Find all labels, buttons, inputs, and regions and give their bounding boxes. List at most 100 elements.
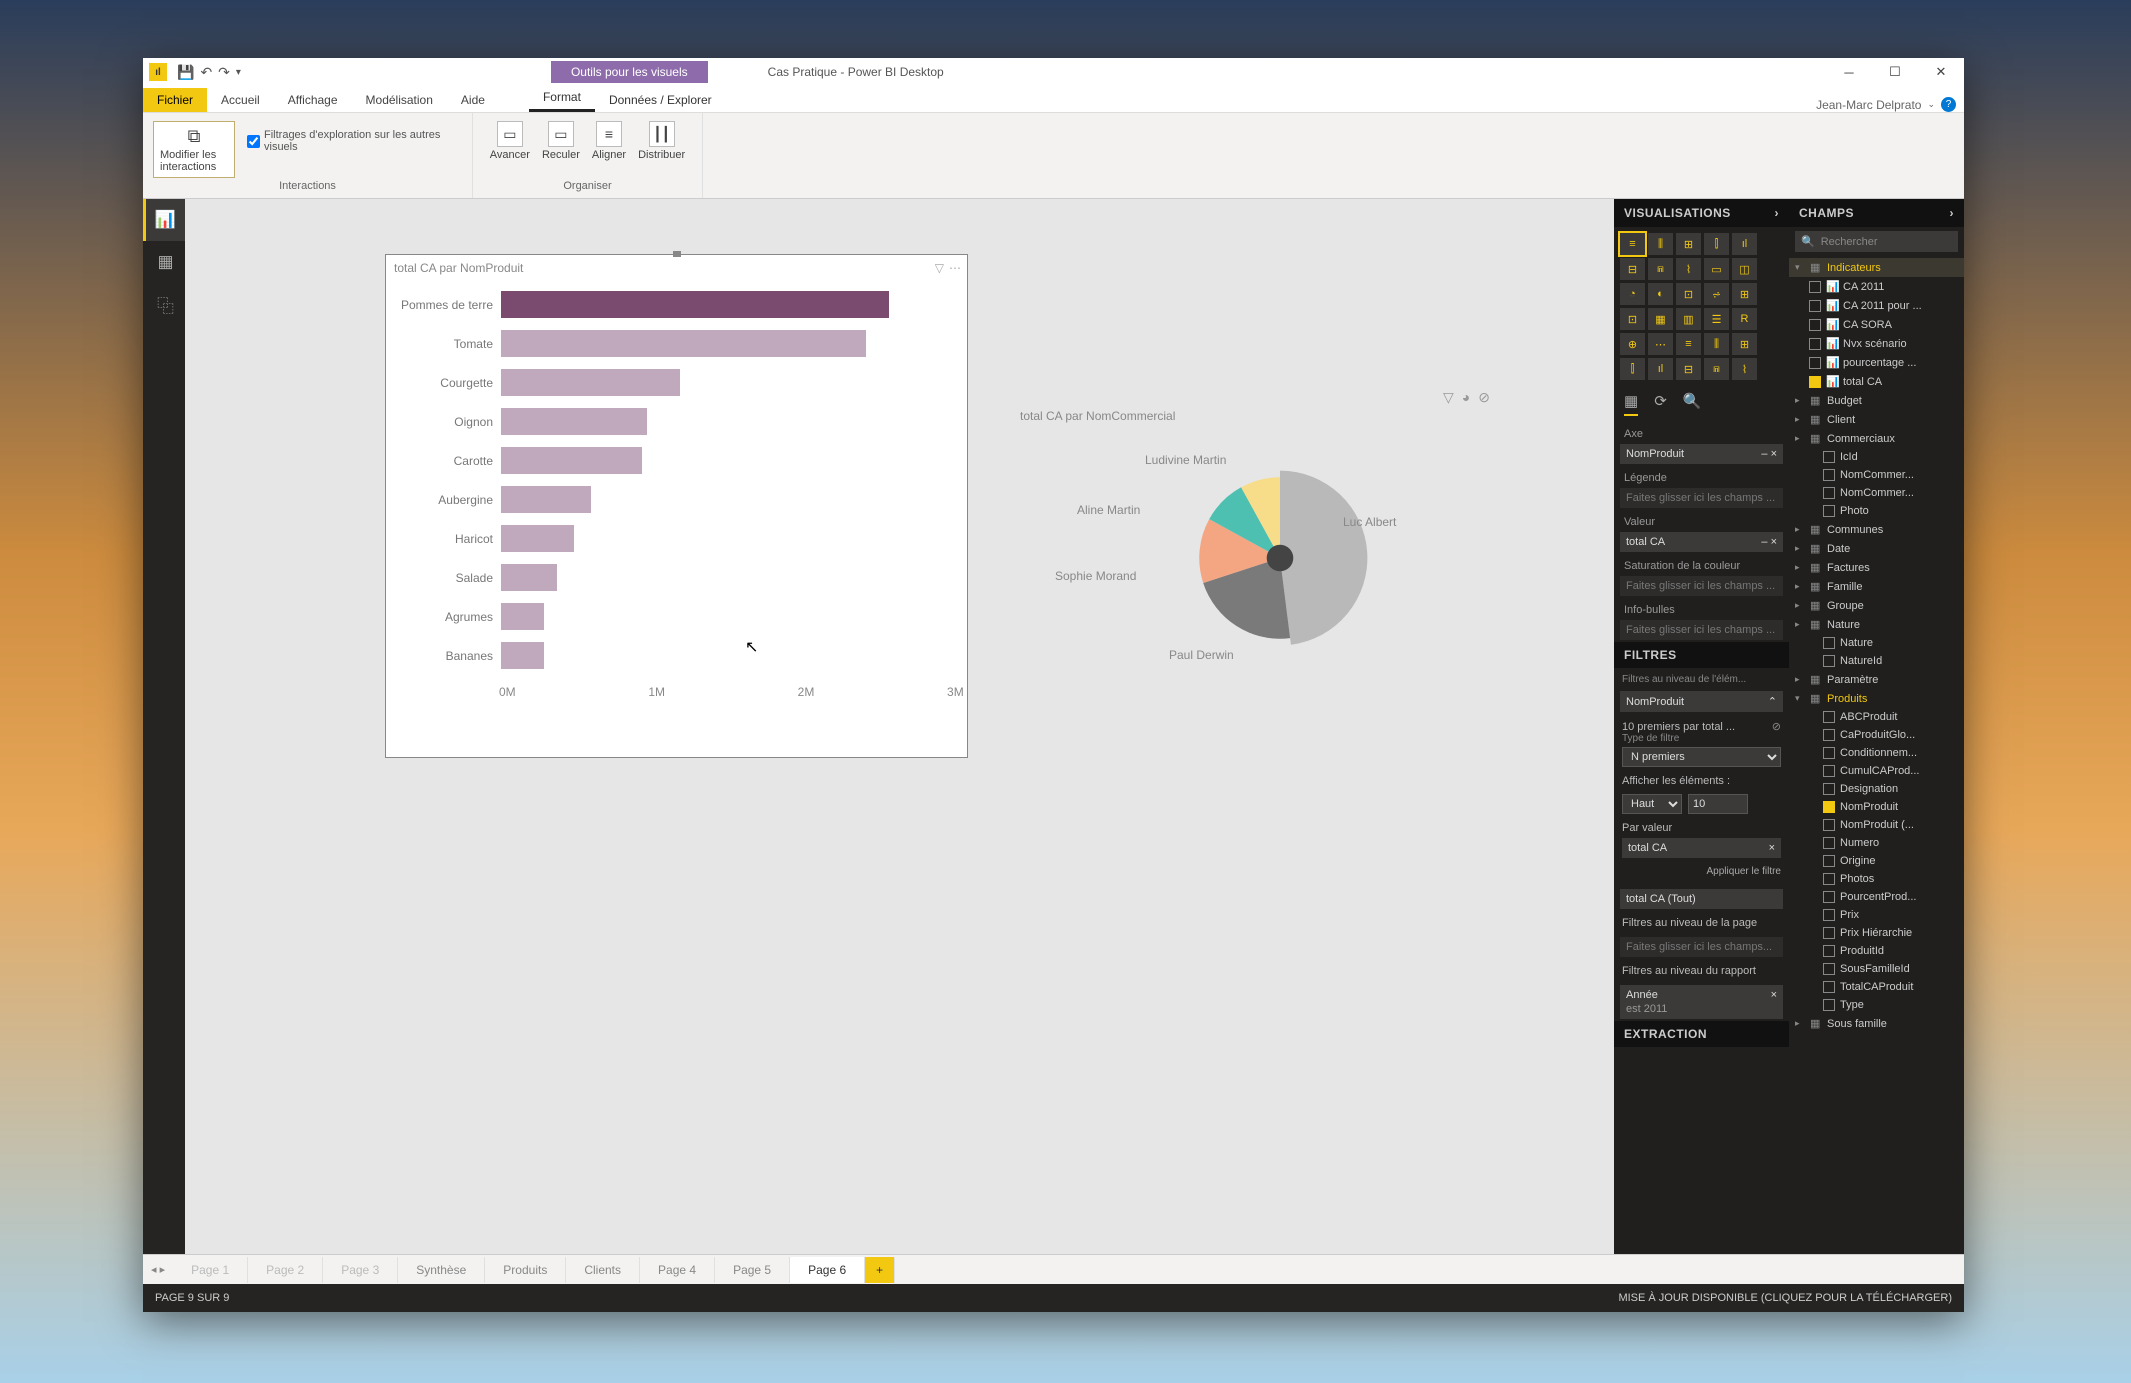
tree-field[interactable]: NomProduit (... [1789, 816, 1964, 834]
filter-interaction-icon[interactable]: ▽ [1443, 389, 1454, 406]
value-well[interactable]: total CA– × [1620, 532, 1783, 552]
tree-field[interactable]: ProduitId [1789, 942, 1964, 960]
tree-field[interactable]: ▾▦Produits [1789, 689, 1964, 708]
well-remove-icon[interactable]: – × [1761, 536, 1777, 548]
field-checkbox[interactable] [1823, 487, 1835, 499]
report-view-button[interactable]: 📊 [143, 199, 185, 241]
bar-row[interactable]: Salade [396, 558, 957, 597]
distribute-button[interactable]: ┃┃Distribuer [638, 121, 685, 161]
field-checkbox[interactable] [1809, 300, 1821, 312]
tab-help[interactable]: Aide [447, 88, 499, 112]
field-checkbox[interactable] [1823, 963, 1835, 975]
tree-field[interactable]: Photo [1789, 502, 1964, 520]
viz-type-button[interactable]: ⋯ [1648, 333, 1673, 355]
viz-type-button[interactable]: ⌇ [1732, 358, 1757, 380]
tree-field[interactable]: ▸▦Famille [1789, 577, 1964, 596]
tree-field[interactable]: Designation [1789, 780, 1964, 798]
page-tab-active[interactable]: Page 6 [790, 1257, 865, 1283]
bar[interactable] [501, 642, 544, 669]
close-button[interactable]: ✕ [1918, 58, 1964, 86]
field-checkbox[interactable] [1809, 281, 1821, 293]
page-tab[interactable]: Page 4 [640, 1257, 715, 1283]
tree-field[interactable]: 📊CA 2011 [1789, 277, 1964, 296]
tree-field[interactable]: ▸▦Groupe [1789, 596, 1964, 615]
tree-field[interactable]: CaProduitGlo... [1789, 726, 1964, 744]
tab-modeling[interactable]: Modélisation [352, 88, 447, 112]
bar-row[interactable]: Carotte [396, 441, 957, 480]
field-checkbox[interactable] [1823, 765, 1835, 777]
viz-type-button[interactable]: ⊞ [1676, 233, 1701, 255]
bar[interactable] [501, 330, 866, 357]
field-checkbox[interactable] [1809, 357, 1821, 369]
bar[interactable] [501, 291, 889, 318]
page-filters-well[interactable]: Faites glisser ici les champs... [1620, 937, 1783, 957]
tree-field[interactable]: ▸▦Nature [1789, 615, 1964, 634]
field-checkbox[interactable] [1823, 909, 1835, 921]
bar[interactable] [501, 486, 591, 513]
fields-search[interactable]: 🔍 Rechercher [1795, 231, 1958, 252]
viz-type-button[interactable]: ▦ [1648, 308, 1673, 330]
tree-field[interactable]: Conditionnem... [1789, 744, 1964, 762]
bar-row[interactable]: Pommes de terre [396, 285, 957, 324]
bar-row[interactable]: Aubergine [396, 480, 957, 519]
field-checkbox[interactable] [1823, 655, 1835, 667]
undo-icon[interactable]: ↶ [200, 64, 212, 81]
tree-field[interactable]: 📊CA SORA [1789, 315, 1964, 334]
collapse-icon[interactable]: › [1775, 206, 1780, 220]
tree-field[interactable]: Type [1789, 996, 1964, 1014]
bar[interactable] [501, 525, 574, 552]
field-checkbox[interactable] [1809, 338, 1821, 350]
viz-type-button[interactable]: ⩎ [1648, 258, 1673, 280]
tree-field[interactable]: ▸▦Budget [1789, 391, 1964, 410]
viz-type-button[interactable]: ⫿ [1620, 358, 1645, 380]
user-dropdown-icon[interactable]: ⌄ [1927, 99, 1935, 110]
field-checkbox[interactable] [1823, 747, 1835, 759]
viz-type-button[interactable]: ⊡ [1676, 283, 1701, 305]
page-tab[interactable]: Page 5 [715, 1257, 790, 1283]
save-icon[interactable]: 💾 [177, 64, 194, 81]
viz-type-button[interactable]: ıl [1732, 233, 1757, 255]
field-checkbox[interactable] [1823, 945, 1835, 957]
viz-type-button[interactable]: ≡ [1676, 333, 1701, 355]
field-checkbox[interactable] [1823, 801, 1835, 813]
filter-totalca-card[interactable]: total CA (Tout) [1620, 889, 1783, 909]
tree-table[interactable]: ▾▦Indicateurs [1789, 258, 1964, 277]
bar-row[interactable]: Tomate [396, 324, 957, 363]
edit-interactions-button[interactable]: ⧉ Modifier les interactions [153, 121, 235, 178]
filter-field-card[interactable]: NomProduit⌃ [1620, 691, 1783, 712]
viz-type-button[interactable]: ⩎ [1704, 358, 1729, 380]
tree-field[interactable]: IcId [1789, 448, 1964, 466]
viz-type-button[interactable]: ◫ [1732, 258, 1757, 280]
viz-type-button[interactable]: ⊞ [1732, 333, 1757, 355]
tree-field[interactable]: ▸▦Commerciaux [1789, 429, 1964, 448]
tree-field[interactable]: SousFamilleId [1789, 960, 1964, 978]
pie-chart-visual[interactable]: ▽ ◕ ⊘ total CA par NomCommercial Luc Alb… [1020, 409, 1500, 809]
field-checkbox[interactable] [1809, 376, 1821, 388]
tree-field[interactable]: ▸▦Communes [1789, 520, 1964, 539]
minimize-button[interactable]: ─ [1826, 58, 1872, 86]
user-name[interactable]: Jean-Marc Delprato ⌄ ? [1816, 97, 1964, 112]
page-tab[interactable]: Page 3 [323, 1257, 398, 1283]
add-page-button[interactable]: + [865, 1257, 895, 1283]
page-tab[interactable]: Clients [566, 1257, 640, 1283]
analytics-tab-icon[interactable]: 🔍 [1683, 392, 1702, 416]
bar-row[interactable]: Agrumes [396, 597, 957, 636]
show-direction-select[interactable]: Haut [1622, 794, 1682, 814]
tree-field[interactable]: 📊Nvx scénario [1789, 334, 1964, 353]
tree-field[interactable]: NomCommer... [1789, 484, 1964, 502]
field-checkbox[interactable] [1823, 837, 1835, 849]
viz-type-button[interactable]: ⊞ [1732, 283, 1757, 305]
tab-data-explore[interactable]: Données / Explorer [595, 88, 726, 112]
field-checkbox[interactable] [1823, 451, 1835, 463]
axis-well[interactable]: NomProduit– × [1620, 444, 1783, 464]
viz-type-button[interactable]: ⩫ [1704, 283, 1729, 305]
tree-field[interactable]: Photos [1789, 870, 1964, 888]
viz-type-button[interactable]: ıl [1648, 358, 1673, 380]
viz-type-button[interactable]: ⌇ [1676, 258, 1701, 280]
bring-forward-button[interactable]: ▭Avancer [490, 121, 530, 161]
field-checkbox[interactable] [1823, 505, 1835, 517]
field-checkbox[interactable] [1823, 637, 1835, 649]
bar[interactable] [501, 564, 557, 591]
fields-tab-icon[interactable]: ▦ [1624, 392, 1638, 416]
tree-field[interactable]: Nature [1789, 634, 1964, 652]
